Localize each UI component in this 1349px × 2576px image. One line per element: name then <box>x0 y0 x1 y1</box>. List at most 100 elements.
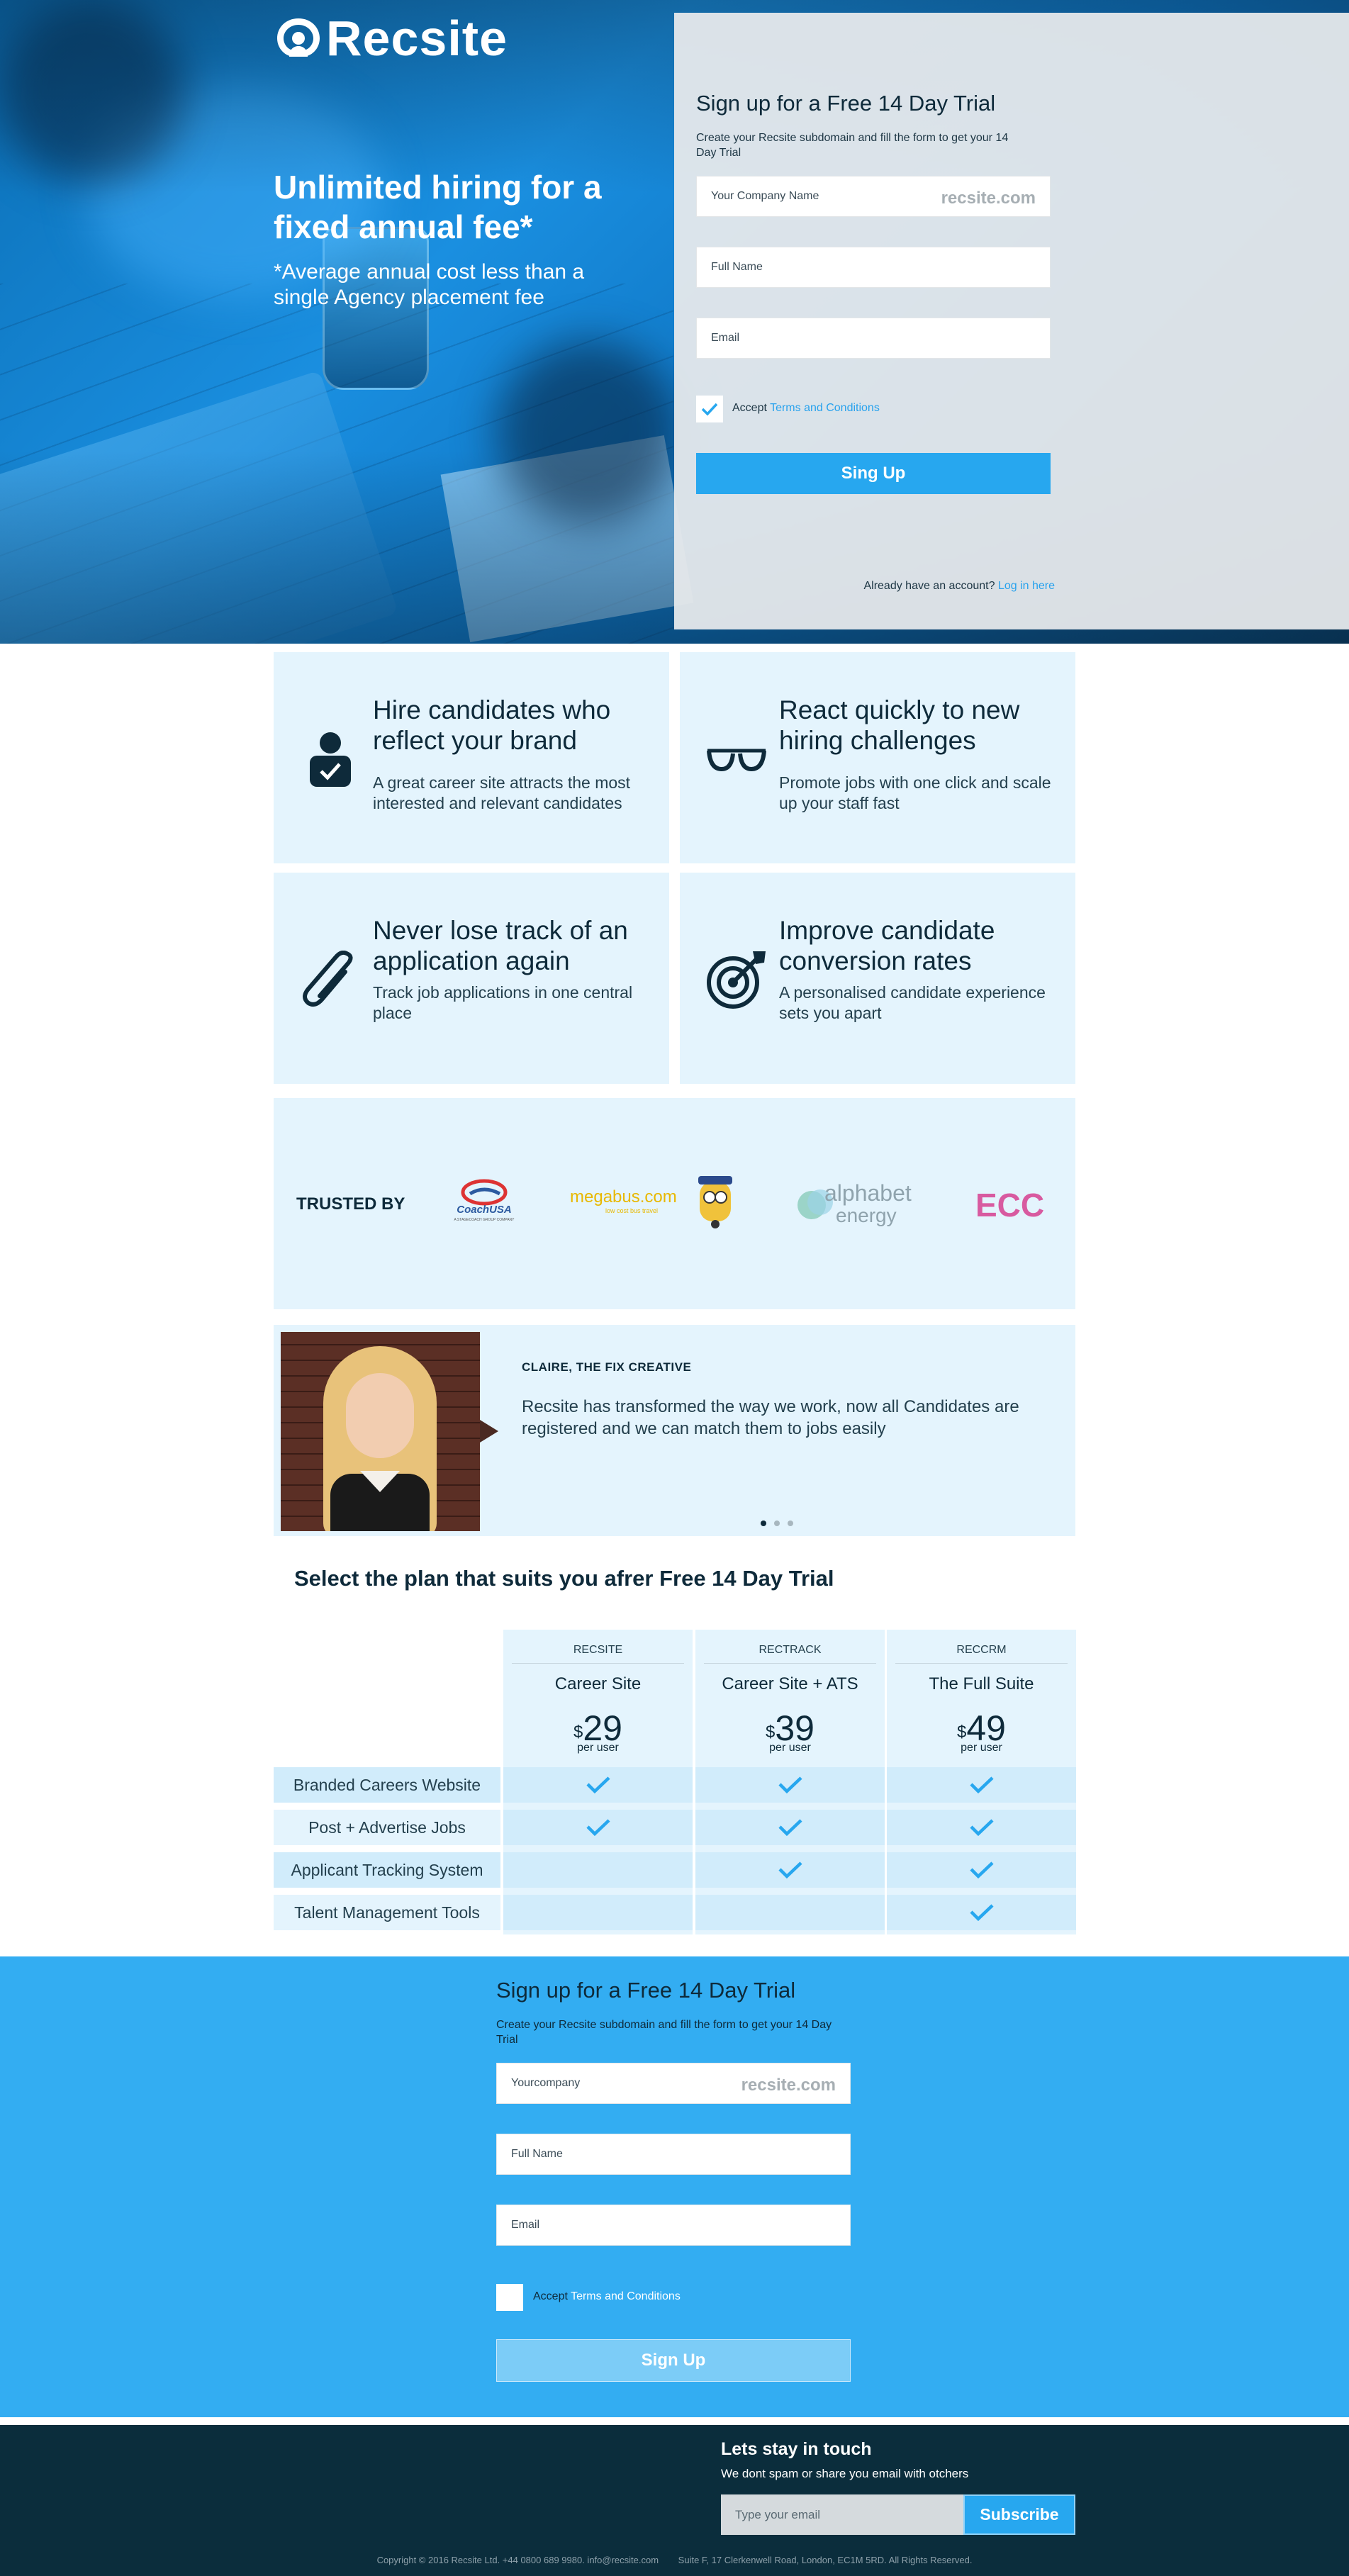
plan-feature-label: Post + Advertise Jobs <box>274 1810 500 1845</box>
plan-name: The Full Suite <box>929 1674 1034 1693</box>
email-placeholder: Email <box>511 2219 540 2231</box>
plan-code: RECTRACK <box>759 1644 822 1656</box>
company-name-input[interactable]: Your Company Name recsite.com <box>696 176 1051 217</box>
plan-feature-label: Applicant Tracking System <box>274 1852 500 1888</box>
carousel-dot-2[interactable] <box>774 1521 780 1526</box>
checkmark-icon <box>778 1819 802 1837</box>
feature-title: Never lose track of an application again <box>373 916 628 975</box>
plan-code: RECSITE <box>573 1644 623 1656</box>
testimonial-section: CLAIRE, THE FIX CREATIVE Recsite has tra… <box>274 1325 1075 1536</box>
signup-panel: Sign up for a Free 14 Day Trial Create y… <box>674 13 1349 629</box>
domain-suffix: recsite.com <box>741 2076 836 2095</box>
photo-pointer <box>480 1420 498 1443</box>
company-name-input[interactable]: Yourcompany recsite.com <box>496 2063 851 2104</box>
plan-feature-cell <box>503 1895 693 1930</box>
footer-subtitle: We dont spam or share you email with otc… <box>721 2467 969 2480</box>
signup-button[interactable]: Sign Up <box>496 2339 851 2382</box>
plan-feature-cell <box>887 1895 1076 1930</box>
trusted-by-section: TRUSTED BY CoachUSA A STAGECOACH GROUP C… <box>274 1098 1075 1309</box>
plan-feature-cell <box>695 1810 885 1845</box>
carousel-dot-3[interactable] <box>788 1521 793 1526</box>
plan-feature-cell <box>887 1810 1076 1845</box>
terms-link[interactable]: Terms and Conditions <box>770 402 880 414</box>
logo-mark-icon <box>277 18 320 57</box>
feature-text: A personalised candidate experience sets… <box>779 983 1046 1022</box>
plan-per-user: per user <box>961 1742 1002 1754</box>
copyright-text: Copyright © 2016 Recsite Ltd. +44 0800 6… <box>376 2555 659 2565</box>
alphabet-energy-logo: alphabet energy <box>795 1180 929 1230</box>
signup-bottom-section: Sign up for a Free 14 Day Trial Create y… <box>0 1956 1349 2417</box>
signup-title: Sign up for a Free 14 Day Trial <box>696 91 996 116</box>
plan-name: Career Site <box>554 1674 642 1693</box>
terms-checkbox[interactable] <box>696 396 723 422</box>
address-text: Suite F, 17 Clerkenwell Road, London, EC… <box>678 2555 973 2565</box>
feature-text: Promote jobs with one click and scale up… <box>779 773 1051 812</box>
plan-feature-label: Branded Careers Website <box>274 1767 500 1803</box>
checkmark-icon <box>778 1861 802 1879</box>
plan-feature-row: Talent Management Tools <box>274 1895 1076 1930</box>
hero-subline: *Average annual cost less than a single … <box>274 260 585 309</box>
company-name-placeholder: Yourcompany <box>511 2077 581 2089</box>
signup-description: Create your Recsite subdomain and fill t… <box>696 132 1009 159</box>
plan-feature-cell <box>503 1767 693 1803</box>
login-link[interactable]: Log in here <box>998 580 1055 592</box>
domain-suffix: recsite.com <box>941 189 1036 208</box>
plan-feature-cell <box>503 1852 693 1888</box>
email-input[interactable]: Email <box>496 2205 851 2246</box>
glasses-icon <box>701 723 772 794</box>
full-name-input[interactable]: Full Name <box>696 247 1051 288</box>
copyright-line: Copyright © 2016 Recsite Ltd. +44 0800 6… <box>0 2555 1349 2565</box>
hero-headline: Unlimited hiring for a fixed annual fee* <box>274 169 602 245</box>
checkmark-icon <box>778 1776 802 1794</box>
target-icon <box>701 943 772 1014</box>
full-name-input[interactable]: Full Name <box>496 2134 851 2175</box>
feature-card-conversion: Improve candidate conversion rates A per… <box>680 873 1075 1084</box>
full-name-placeholder: Full Name <box>711 261 763 273</box>
checkmark-icon <box>969 1819 994 1837</box>
plans-title: Select the plan that suits you afrer Fre… <box>294 1566 834 1591</box>
footer-title: Lets stay in touch <box>721 2439 872 2459</box>
terms-checkbox[interactable] <box>496 2284 523 2311</box>
terms-label: Accept Terms and Conditions <box>732 402 880 414</box>
trusted-label: TRUSTED BY <box>296 1194 405 1214</box>
email-placeholder: Email <box>711 332 740 344</box>
plan-feature-cell <box>695 1852 885 1888</box>
signup-button[interactable]: Sing Up <box>696 453 1051 494</box>
plan-feature-row: Applicant Tracking System <box>274 1852 1076 1888</box>
checkmark-icon <box>586 1819 610 1837</box>
feature-card-brand: Hire candidates who reflect your brand A… <box>274 652 669 863</box>
checkmark-icon <box>969 1904 994 1922</box>
footer: Lets stay in touch We dont spam or share… <box>0 2425 1349 2576</box>
plan-feature-cell <box>695 1895 885 1930</box>
signup-title: Sign up for a Free 14 Day Trial <box>496 1978 796 2003</box>
plan-feature-cell <box>887 1852 1076 1888</box>
terms-label: Accept Terms and Conditions <box>533 2290 681 2302</box>
newsletter-email-input[interactable]: Type your email <box>721 2494 963 2535</box>
testimonial-photo <box>281 1332 480 1531</box>
feature-card-track: Never lose track of an application again… <box>274 873 669 1084</box>
login-prompt: Already have an account? Log in here <box>863 580 1055 592</box>
full-name-placeholder: Full Name <box>511 2148 563 2160</box>
paperclip-icon <box>295 943 366 1014</box>
plan-feature-row: Post + Advertise Jobs <box>274 1810 1076 1845</box>
company-name-placeholder: Your Company Name <box>711 190 819 202</box>
feature-title: Improve candidate conversion rates <box>779 916 995 975</box>
terms-link[interactable]: Terms and Conditions <box>571 2290 681 2302</box>
feature-title: React quickly to new hiring challenges <box>779 695 1020 755</box>
recsite-logo[interactable]: Recsite <box>274 10 508 67</box>
plan-per-user: per user <box>769 1742 811 1754</box>
carousel-dot-1[interactable] <box>761 1521 766 1526</box>
signup-description: Create your Recsite subdomain and fill t… <box>496 2019 832 2046</box>
feature-text: Track job applications in one central pl… <box>373 983 633 1022</box>
plan-feature-cell <box>887 1767 1076 1803</box>
plan-feature-cell <box>695 1767 885 1803</box>
feature-title: Hire candidates who reflect your brand <box>373 695 611 755</box>
plan-feature-cell <box>503 1810 693 1845</box>
email-input[interactable]: Email <box>696 318 1051 359</box>
testimonial-author: CLAIRE, THE FIX CREATIVE <box>522 1360 692 1374</box>
checkmark-icon <box>586 1776 610 1794</box>
checkmark-icon <box>969 1776 994 1794</box>
feature-card-react: React quickly to new hiring challenges P… <box>680 652 1075 863</box>
feature-text: A great career site attracts the most in… <box>373 773 631 812</box>
subscribe-button[interactable]: Subscribe <box>963 2494 1075 2535</box>
